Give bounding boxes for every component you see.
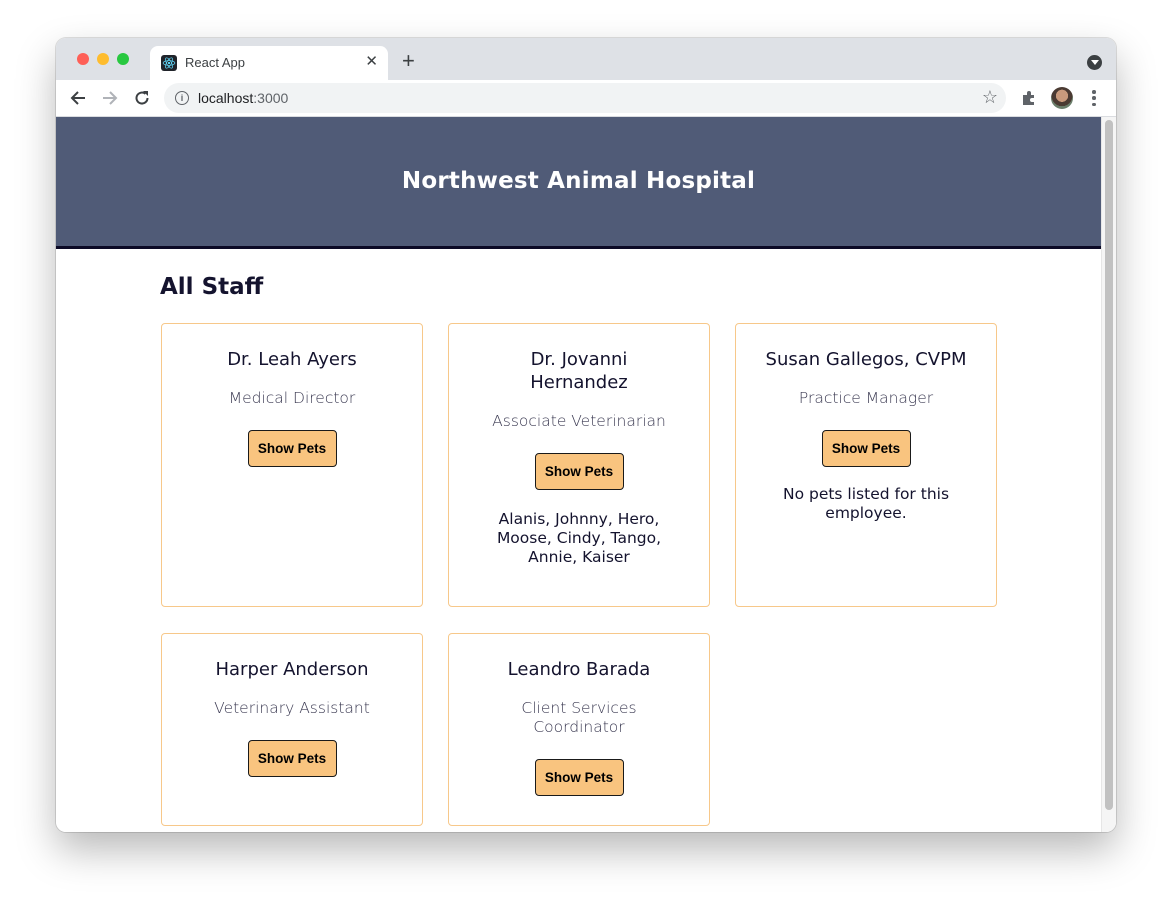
vertical-scrollbar[interactable]	[1101, 117, 1116, 832]
tab-close-icon[interactable]: ✕	[365, 53, 378, 71]
back-arrow-icon[interactable]	[67, 87, 89, 109]
bookmark-star-icon[interactable]: ☆	[982, 87, 998, 108]
show-pets-button[interactable]: Show Pets	[247, 740, 337, 777]
show-pets-button[interactable]: Show Pets	[247, 430, 337, 467]
staff-name: Leandro Barada	[507, 659, 651, 680]
staff-role: Associate Veterinarian	[492, 412, 666, 430]
new-tab-button[interactable]: +	[402, 50, 415, 72]
url-host: localhost	[198, 90, 254, 106]
address-bar[interactable]: i localhost:3000 ☆	[164, 83, 1006, 113]
staff-name: Dr. Jovanni Hernandez	[530, 349, 628, 393]
extensions-puzzle-icon[interactable]	[1020, 89, 1038, 107]
show-pets-button[interactable]: Show Pets	[534, 759, 624, 796]
browser-tab-active[interactable]: React App ✕	[150, 46, 388, 80]
tab-strip: React App ✕ +	[56, 38, 1116, 80]
tab-search-icon[interactable]	[1087, 55, 1102, 70]
profile-avatar[interactable]	[1051, 87, 1073, 109]
staff-card: Harper Anderson Veterinary Assistant Sho…	[161, 633, 423, 826]
close-window-button[interactable]	[77, 53, 89, 65]
site-header: Northwest Animal Hospital	[56, 117, 1101, 249]
browser-toolbar: i localhost:3000 ☆	[56, 80, 1116, 117]
no-pets-message: No pets listed for this employee.	[782, 485, 950, 522]
staff-role: Veterinary Assistant	[214, 699, 370, 717]
staff-card: Dr. Leah Ayers Medical Director Show Pet…	[161, 323, 423, 607]
url-port: :3000	[253, 90, 289, 106]
staff-name: Susan Gallegos, CVPM	[765, 349, 967, 370]
minimize-window-button[interactable]	[97, 53, 109, 65]
reload-icon[interactable]	[131, 87, 153, 109]
forward-arrow-icon[interactable]	[99, 87, 121, 109]
page-viewport: Northwest Animal Hospital All Staff Dr. …	[56, 117, 1116, 832]
section-title: All Staff	[160, 274, 264, 300]
react-logo-icon	[161, 55, 177, 71]
show-pets-button[interactable]: Show Pets	[534, 453, 624, 490]
tab-title: React App	[185, 55, 245, 70]
scrollbar-thumb[interactable]	[1105, 120, 1113, 810]
staff-role: Practice Manager	[798, 389, 934, 407]
staff-role: Medical Director	[228, 389, 356, 407]
url-text[interactable]: localhost:3000	[198, 90, 288, 106]
staff-name: Harper Anderson	[215, 659, 369, 680]
staff-card: Leandro Barada Client Services Coordinat…	[448, 633, 710, 826]
site-title: Northwest Animal Hospital	[401, 167, 756, 194]
pet-list: Alanis, Johnny, Hero, Moose, Cindy, Tang…	[496, 510, 662, 566]
browser-menu-icon[interactable]	[1086, 89, 1102, 107]
maximize-window-button[interactable]	[117, 53, 129, 65]
staff-card: Dr. Jovanni Hernandez Associate Veterina…	[448, 323, 710, 607]
site-info-icon[interactable]: i	[175, 91, 189, 105]
show-pets-button[interactable]: Show Pets	[821, 430, 911, 467]
browser-window: React App ✕ + i localhost:3000 ☆ Northwe…	[56, 38, 1116, 832]
staff-name: Dr. Leah Ayers	[227, 349, 357, 370]
staff-card: Susan Gallegos, CVPM Practice Manager Sh…	[735, 323, 997, 607]
staff-role: Client Services Coordinator	[521, 699, 637, 736]
